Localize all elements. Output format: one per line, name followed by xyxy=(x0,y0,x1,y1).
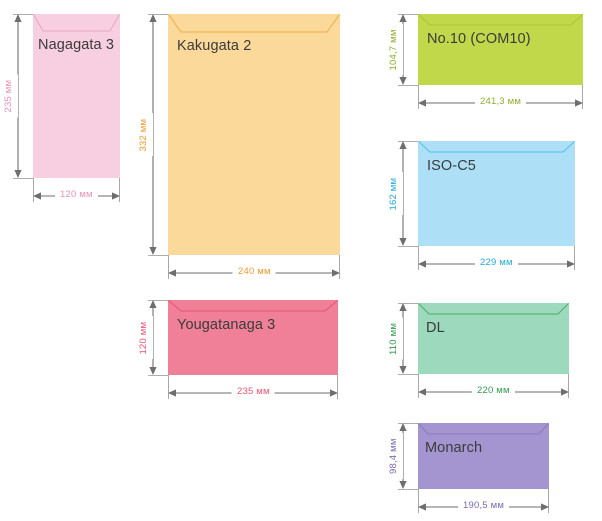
width-label-nagagata-3: 120 мм xyxy=(60,189,93,200)
envelope-name-iso-c5: ISO-C5 xyxy=(427,158,476,174)
height-label-iso-c5: 162 мм xyxy=(388,177,399,210)
envelope-monarch: Monarch xyxy=(418,423,549,489)
envelope-name-monarch: Monarch xyxy=(425,440,483,456)
height-label-monarch: 98,4 мм xyxy=(388,438,399,474)
envelope-name-dl: DL xyxy=(426,320,445,336)
envelope-yougatanaga-3: Yougatanaga 3 xyxy=(168,300,338,375)
envelope-name-no10-com10: No.10 (COM10) xyxy=(427,31,531,47)
envelope-name-yougatanaga-3: Yougatanaga 3 xyxy=(177,317,276,333)
width-label-dl: 220 мм xyxy=(477,385,510,396)
width-label-kakugata-2: 240 мм xyxy=(238,266,271,277)
envelope-no10-com10: No.10 (COM10) xyxy=(418,14,583,85)
height-label-nagagata-3: 235 мм xyxy=(3,79,14,113)
envelope-kakugata-2: Kakugata 2 xyxy=(168,14,340,255)
width-label-iso-c5: 229 мм xyxy=(480,257,513,268)
height-label-yougatanaga-3: 120 мм xyxy=(138,321,149,354)
envelope-dl: DL xyxy=(418,303,569,374)
envelope-name-nagagata-3: Nagagata 3 xyxy=(38,37,114,53)
envelope-iso-c5: ISO-C5 xyxy=(418,141,575,246)
width-label-monarch: 190,5 мм xyxy=(463,500,505,511)
height-label-dl: 110 мм xyxy=(388,322,399,355)
envelope-nagagata-3: Nagagata 3 xyxy=(33,14,120,178)
envelope-body-iso-c5 xyxy=(418,141,575,246)
height-label-no10-com10: 104,7 мм xyxy=(388,28,399,70)
envelope-name-kakugata-2: Kakugata 2 xyxy=(177,38,252,54)
height-label-kakugata-2: 332 мм xyxy=(138,118,149,151)
width-label-yougatanaga-3: 235 мм xyxy=(237,386,270,397)
envelope-body-monarch xyxy=(418,423,549,489)
width-label-no10-com10: 241,3 мм xyxy=(480,96,522,107)
envelope-size-diagram: Nagagata 3 235 мм 120 мм Kakugata 2 332 мм 24… xyxy=(0,0,602,521)
